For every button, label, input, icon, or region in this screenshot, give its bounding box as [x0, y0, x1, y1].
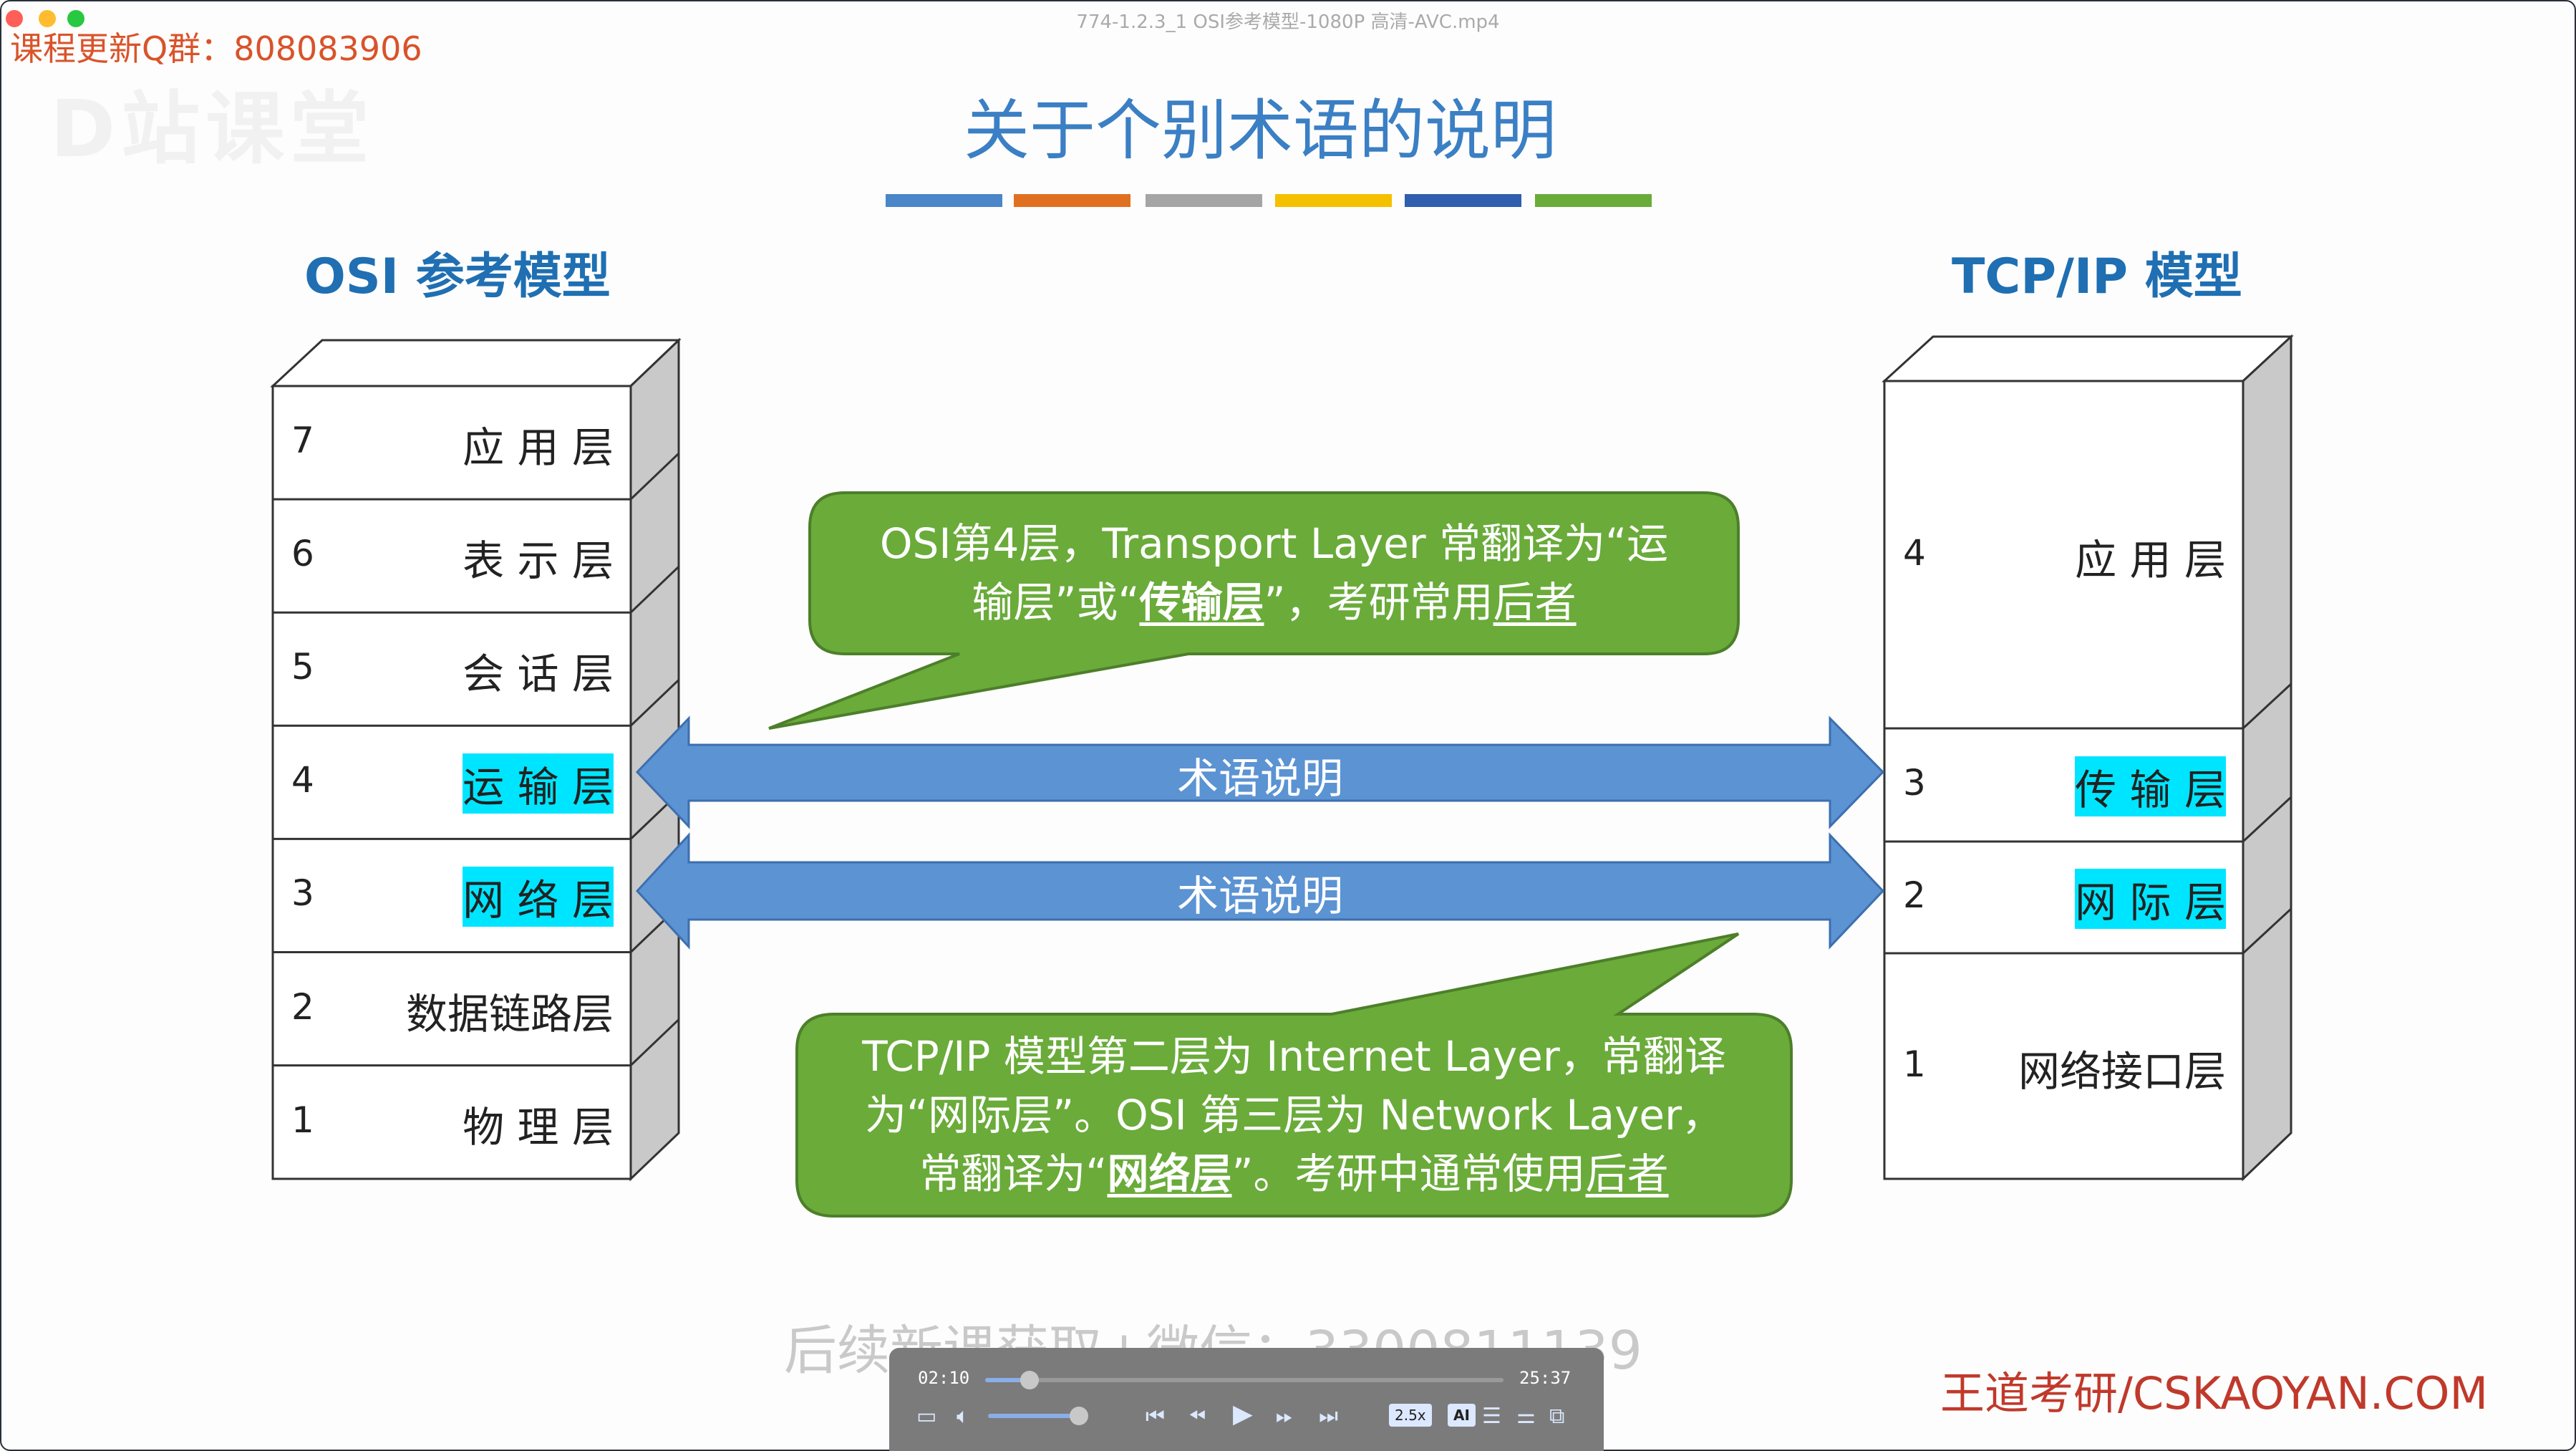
- layer-number: 3: [291, 872, 314, 915]
- seek-handle[interactable]: [1020, 1371, 1039, 1389]
- callout-text-2: TCP/IP 模型第二层为 Internet Layer，常翻译 为“网际层”。…: [797, 1027, 1791, 1203]
- layer-number: 1: [291, 1099, 314, 1141]
- ai-button[interactable]: AI: [1448, 1404, 1476, 1427]
- picture-in-picture-icon[interactable]: ⧉: [1549, 1404, 1564, 1429]
- skip-next-icon[interactable]: ⏭︎: [1319, 1404, 1338, 1429]
- brand-text: 王道考研/CSKAOYAN.COM: [1940, 1367, 2488, 1419]
- video-player-controls: 02:10 25:37 ▭ 🔈︎ ⏮︎ ⏪︎ ▶︎ ⏩︎ ⏭︎ 2.5x AI …: [889, 1348, 1604, 1451]
- text: 常翻译为“: [919, 1149, 1108, 1198]
- callout1-line1: OSI第4层，Transport Layer 常翻译为“运: [879, 519, 1669, 568]
- layer-number: 4: [291, 759, 314, 801]
- layer-name: 应 用 层: [2075, 535, 2226, 584]
- arrow-label-network: 术语说明: [1176, 872, 1343, 920]
- layer-name: 表 示 层: [463, 536, 614, 586]
- current-time: 02:10: [918, 1368, 970, 1388]
- layer-name: 传 输 层: [2075, 756, 2226, 816]
- skip-previous-icon[interactable]: ⏮︎: [1146, 1404, 1165, 1429]
- playlist-icon[interactable]: ☰: [1482, 1404, 1501, 1429]
- layer-name: 应 用 层: [463, 423, 614, 473]
- layer-name: 数据链路层: [405, 989, 614, 1038]
- callout-text-1: OSI第4层，Transport Layer 常翻译为“运 输层”或“传输层”，…: [810, 514, 1738, 632]
- callout2-line2: 为“网际层”。OSI 第三层为 Network Layer，: [865, 1091, 1723, 1139]
- layer-number: 5: [291, 646, 314, 688]
- total-time: 25:37: [1519, 1368, 1572, 1388]
- seek-bar[interactable]: [985, 1378, 1504, 1382]
- text: ”。考研中通常使用: [1231, 1149, 1586, 1198]
- layer-name: 网 络 层: [463, 867, 614, 927]
- layer-number: 2: [291, 985, 314, 1028]
- airplay-icon[interactable]: ▭: [916, 1404, 936, 1429]
- play-icon[interactable]: ▶︎: [1233, 1399, 1253, 1429]
- volume-handle[interactable]: [1070, 1407, 1088, 1425]
- layer-name: 物 理 层: [463, 1102, 614, 1152]
- layer-name: 运 输 层: [463, 753, 614, 814]
- layer-name: 网络接口层: [2018, 1046, 2226, 1096]
- layer-number: 6: [291, 533, 314, 575]
- layer-number: 2: [1903, 874, 1926, 916]
- volume-icon[interactable]: 🔈︎: [957, 1404, 969, 1429]
- layer-number: 7: [291, 420, 314, 462]
- layer-name: 会 话 层: [463, 650, 614, 699]
- layer-number: 4: [1903, 531, 1926, 574]
- callout2-line3: 常翻译为“网络层”。考研中通常使用后者: [797, 1144, 1791, 1203]
- text: 输层”或“: [972, 578, 1140, 627]
- arrow-label-transport: 术语说明: [1176, 754, 1343, 803]
- layer-name: 网 际 层: [2075, 869, 2226, 929]
- layer-number: 1: [1903, 1043, 1926, 1085]
- layer-number: 3: [1903, 762, 1926, 804]
- rewind-icon[interactable]: ⏪︎: [1188, 1404, 1206, 1429]
- text: ”，考研常用: [1264, 578, 1493, 627]
- diagram-shapes: [270, 334, 2294, 1218]
- callout2-line1: TCP/IP 模型第二层为 Internet Layer，常翻译: [862, 1032, 1726, 1081]
- volume-slider[interactable]: [988, 1414, 1074, 1418]
- term-transport: 传输层: [1139, 578, 1264, 627]
- settings-sliders-icon[interactable]: ⚌: [1516, 1404, 1536, 1429]
- speed-button[interactable]: 2.5x: [1389, 1404, 1432, 1427]
- term-latter: 后者: [1585, 1149, 1669, 1198]
- callout1-line2: 输层”或“传输层”，考研常用后者: [810, 573, 1738, 632]
- term-latter: 后者: [1493, 578, 1577, 627]
- term-network: 网络层: [1107, 1149, 1232, 1198]
- fast-forward-icon[interactable]: ⏩︎: [1276, 1404, 1293, 1429]
